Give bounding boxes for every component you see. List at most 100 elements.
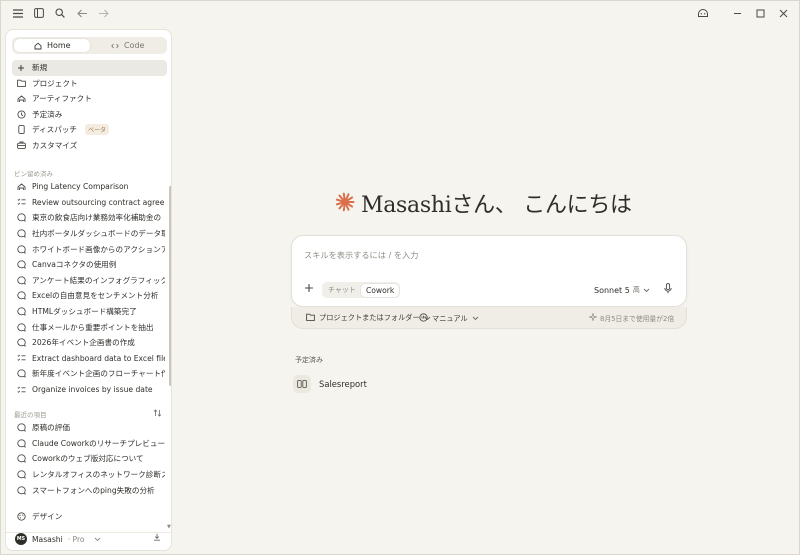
pinned-item[interactable]: ホワイトボード画像からのアクションアイテム抽出	[12, 241, 165, 257]
pinned-item-label: Extract dashboard data to Excel file	[32, 353, 165, 363]
scroll-down-arrow-icon[interactable]: ▼	[167, 524, 171, 530]
sidebar-item-label: 予定済み	[32, 109, 63, 119]
chat-icon	[16, 423, 26, 433]
sidebar-scrollbar[interactable]	[169, 186, 171, 386]
greeting-text: Masashiさん、 こんにちは	[361, 193, 632, 218]
sidebar-item-customize[interactable]: カスタマイズ	[12, 138, 167, 154]
permission-mode-label: マニュアル	[432, 313, 468, 323]
sidebar-item-artifacts[interactable]: アーティファクト	[12, 91, 167, 107]
pinned-section-label: ピン留め済み	[14, 170, 53, 178]
sidebar-item-new[interactable]: 新規	[12, 60, 167, 76]
scheduled-task-item[interactable]: Salesreport	[293, 375, 367, 393]
forward-arrow-icon[interactable]	[95, 5, 111, 21]
download-icon[interactable]	[153, 533, 161, 543]
sidebar-item-label: アーティファクト	[32, 94, 92, 104]
pinned-item[interactable]: Review outsourcing contract agreement	[12, 195, 165, 211]
pinned-item[interactable]: Extract dashboard data to Excel file	[12, 351, 165, 367]
permission-mode-selector[interactable]: マニュアル	[419, 313, 479, 324]
recent-list: 原稿の評価 Claude Coworkのリサーチプレビュー開始 Coworkのウェブ…	[12, 420, 165, 498]
search-icon[interactable]	[52, 5, 68, 21]
greeting: Masashiさん、 こんにちは	[335, 189, 632, 218]
recent-item[interactable]: 原稿の評価	[12, 420, 165, 436]
avatar: MS	[15, 533, 27, 545]
pinned-item[interactable]: 仕事メールから重要ポイントを抽出	[12, 319, 165, 335]
chat-icon	[16, 213, 26, 223]
pinned-item[interactable]: 2026年イベント企画書の作成	[12, 335, 165, 351]
pinned-list: Ping Latency Comparison Review outsourcin…	[12, 179, 165, 397]
recent-item-label: レンタルオフィスのネットワーク診断スクリプト	[32, 470, 165, 480]
pinned-item[interactable]: Ping Latency Comparison	[12, 179, 165, 195]
sort-icon[interactable]	[153, 409, 162, 419]
pinned-item-label: Ping Latency Comparison	[32, 182, 129, 192]
sidebar-item-design[interactable]: デザイン	[12, 509, 162, 525]
minimize-icon[interactable]	[729, 5, 745, 21]
composer: スキルを表示するには / を入力 チャット Cowork Sonnet 5 高	[291, 235, 687, 307]
sidebar-item-scheduled[interactable]: 予定済み	[12, 107, 167, 123]
chat-icon	[16, 291, 26, 301]
chat-icon	[16, 470, 26, 480]
sidebar-item-label: プロジェクト	[32, 78, 78, 88]
composer-footer: プロジェクトまたはフォルダー マニュアル 8月5日まで使用量が2倍	[291, 307, 687, 329]
folder-icon	[306, 313, 315, 323]
mode-chat-button[interactable]: チャット	[323, 283, 361, 297]
pinned-item[interactable]: 社内ポータルダッシュボードのデータ取得	[12, 226, 165, 242]
sidebar-item-projects[interactable]: プロジェクト	[12, 76, 167, 92]
scheduled-task-name: Salesreport	[319, 379, 367, 389]
maximize-icon[interactable]	[752, 5, 768, 21]
user-profile[interactable]: MS Masashi · Pro	[12, 530, 167, 548]
pinned-item-label: 仕事メールから重要ポイントを抽出	[32, 322, 154, 332]
sidebar-nav: 新規 プロジェクト アーティファクト 予定済み ディスパッチ ベータ カスタマイ…	[12, 60, 167, 153]
pinned-item[interactable]: Canvaコネクタの使用例	[12, 257, 165, 273]
assistant-face-icon[interactable]	[695, 5, 711, 21]
composer-input[interactable]: スキルを表示するには / を入力	[304, 249, 418, 261]
pinned-item[interactable]: HTMLダッシュボード構築完了	[12, 304, 165, 320]
tab-home-label: Home	[46, 41, 71, 50]
pinned-item[interactable]: アンケート結果のインフォグラフィック化	[12, 273, 165, 289]
sidebar: Home Code 新規 プロジェクト アーティファクト 予定済み ディスパッチ…	[5, 29, 172, 551]
palette-icon	[16, 512, 26, 522]
claude-star-icon	[335, 192, 355, 214]
sidebar-item-dispatch[interactable]: ディスパッチ ベータ	[12, 122, 167, 138]
sidebar-toggle-icon[interactable]	[31, 5, 47, 21]
tab-home[interactable]: Home	[14, 39, 90, 52]
pinned-item-label: 新年度イベント企画のフローチャート作成	[32, 369, 165, 379]
sidebar-item-label: 新規	[32, 63, 48, 73]
design-area: デザイン	[12, 509, 162, 525]
pinned-item-label: 2026年イベント企画書の作成	[32, 338, 135, 348]
tab-code[interactable]: Code	[90, 39, 166, 52]
plus-icon	[16, 63, 26, 73]
phone-icon	[16, 125, 26, 135]
close-icon[interactable]	[775, 5, 791, 21]
model-level: 高	[632, 286, 640, 294]
project-folder-label: プロジェクトまたはフォルダー	[319, 313, 420, 322]
sparkle-icon	[588, 312, 598, 323]
back-arrow-icon[interactable]	[74, 5, 90, 21]
recent-item-label: 原稿の評価	[32, 423, 70, 433]
task-icon	[16, 197, 26, 207]
pinned-item[interactable]: 新年度イベント企画のフローチャート作成	[12, 366, 165, 382]
pinned-item[interactable]: Organize invoices by issue date	[12, 382, 165, 398]
recent-item[interactable]: レンタルオフィスのネットワーク診断スクリプト	[12, 467, 165, 483]
chat-icon	[16, 369, 26, 379]
chat-icon	[16, 307, 26, 317]
recent-item[interactable]: スマートフォンへのping失敗の分析	[12, 482, 165, 498]
sidebar-item-label: カスタマイズ	[32, 140, 78, 150]
project-folder-selector[interactable]: プロジェクトまたはフォルダー	[306, 313, 431, 323]
model-selector[interactable]: Sonnet 5 高	[594, 285, 650, 295]
mode-cowork-button[interactable]: Cowork	[360, 283, 400, 297]
pinned-item[interactable]: Excelの自由意見をセンチメント分析	[12, 288, 165, 304]
chevron-down-icon	[94, 535, 101, 544]
recent-item[interactable]: Claude Coworkのリサーチプレビュー開始	[12, 436, 165, 452]
sidebar-item-label: ディスパッチ	[32, 125, 78, 135]
app-window: Home Code 新規 プロジェクト アーティファクト 予定済み ディスパッチ…	[0, 0, 800, 555]
briefcase-icon	[16, 140, 26, 150]
chat-icon	[16, 229, 26, 239]
pinned-item-label: 東京の飲食店向け業務効率化補助金の	[32, 213, 162, 223]
pinned-item[interactable]: 東京の飲食店向け業務効率化補助金の	[12, 210, 165, 226]
add-attachment-button[interactable]	[304, 283, 314, 295]
microphone-icon[interactable]	[664, 283, 672, 297]
sidebar-item-label: デザイン	[32, 512, 63, 522]
menu-icon[interactable]	[10, 5, 26, 21]
recent-item[interactable]: Coworkのウェブ版対応について	[12, 451, 165, 467]
mode-selector: チャット Cowork	[322, 282, 401, 298]
